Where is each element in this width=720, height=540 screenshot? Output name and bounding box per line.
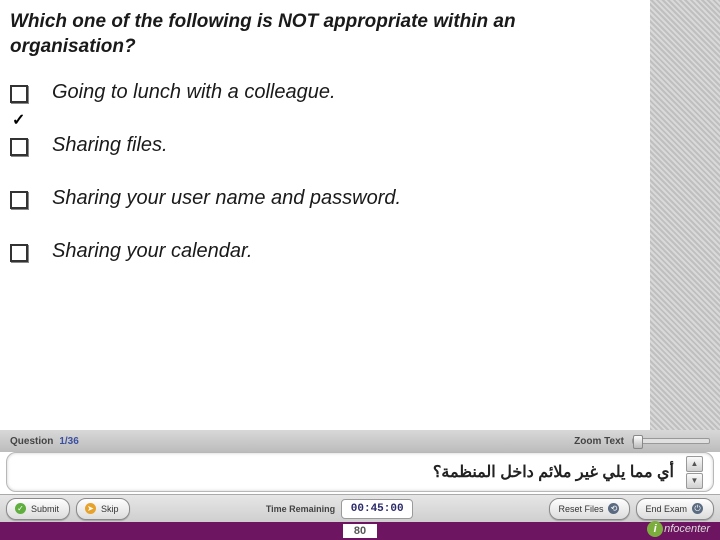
checkbox-icon[interactable] [10, 244, 28, 262]
button-label: End Exam [645, 504, 687, 514]
question-counter-label: Question [10, 436, 53, 447]
right-texture-panel [650, 0, 720, 430]
button-label: Skip [101, 504, 119, 514]
zoom-slider[interactable] [632, 438, 710, 444]
checkbox-icon[interactable] [10, 85, 28, 103]
option-label: Sharing files. [52, 134, 168, 157]
forward-icon: ➤ [85, 503, 96, 514]
checkbox-icon[interactable] [10, 138, 28, 156]
translation-box: أي مما يلي غير ملائم داخل المنظمة؟ ▲ ▼ [6, 452, 714, 492]
brand-logo: i nfocenter [647, 520, 710, 538]
checkmark-icon: ✓ [12, 110, 25, 130]
option-label: Going to lunch with a colleague. [52, 81, 336, 104]
reset-files-button[interactable]: Reset Files ⟲ [549, 498, 630, 520]
option-row[interactable]: Sharing files. [10, 134, 636, 157]
option-label: Sharing your user name and password. [52, 187, 401, 210]
zoom-label: Zoom Text [574, 436, 624, 447]
check-icon: ✓ [15, 503, 26, 514]
question-counter-value: 1/36 [59, 436, 78, 447]
question-panel: Which one of the following is NOT approp… [0, 0, 650, 430]
skip-button[interactable]: ➤ Skip [76, 498, 130, 520]
scroll-up-icon[interactable]: ▲ [686, 456, 703, 472]
scroll-down-icon[interactable]: ▼ [686, 473, 703, 489]
checkbox-icon[interactable] [10, 191, 28, 209]
option-row[interactable]: Going to lunch with a colleague. [10, 81, 636, 104]
scroll-control: ▲ ▼ [686, 456, 703, 489]
time-remaining-value: 00:45:00 [341, 499, 413, 519]
toolbar: ✓ Submit ➤ Skip Time Remaining 00:45:00 … [0, 494, 720, 522]
button-label: Reset Files [558, 504, 603, 514]
button-label: Submit [31, 504, 59, 514]
time-label: Time Remaining [266, 504, 335, 514]
page-number: 80 [343, 524, 377, 538]
option-row[interactable]: Sharing your calendar. [10, 240, 636, 263]
submit-button[interactable]: ✓ Submit [6, 498, 70, 520]
refresh-icon: ⟲ [608, 503, 619, 514]
translation-text: أي مما يلي غير ملائم داخل المنظمة؟ [433, 462, 674, 482]
exit-icon: ⏻ [692, 503, 703, 514]
option-row[interactable]: Sharing your user name and password. [10, 187, 636, 210]
logo-mark-icon: i [647, 521, 663, 537]
meta-bar: Question 1/36 Zoom Text [0, 430, 720, 452]
option-label: Sharing your calendar. [52, 240, 253, 263]
end-exam-button[interactable]: End Exam ⏻ [636, 498, 714, 520]
footer-bar: 80 [0, 522, 720, 540]
zoom-thumb-icon[interactable] [633, 435, 643, 449]
logo-text: nfocenter [664, 523, 710, 535]
question-text: Which one of the following is NOT approp… [10, 10, 636, 59]
